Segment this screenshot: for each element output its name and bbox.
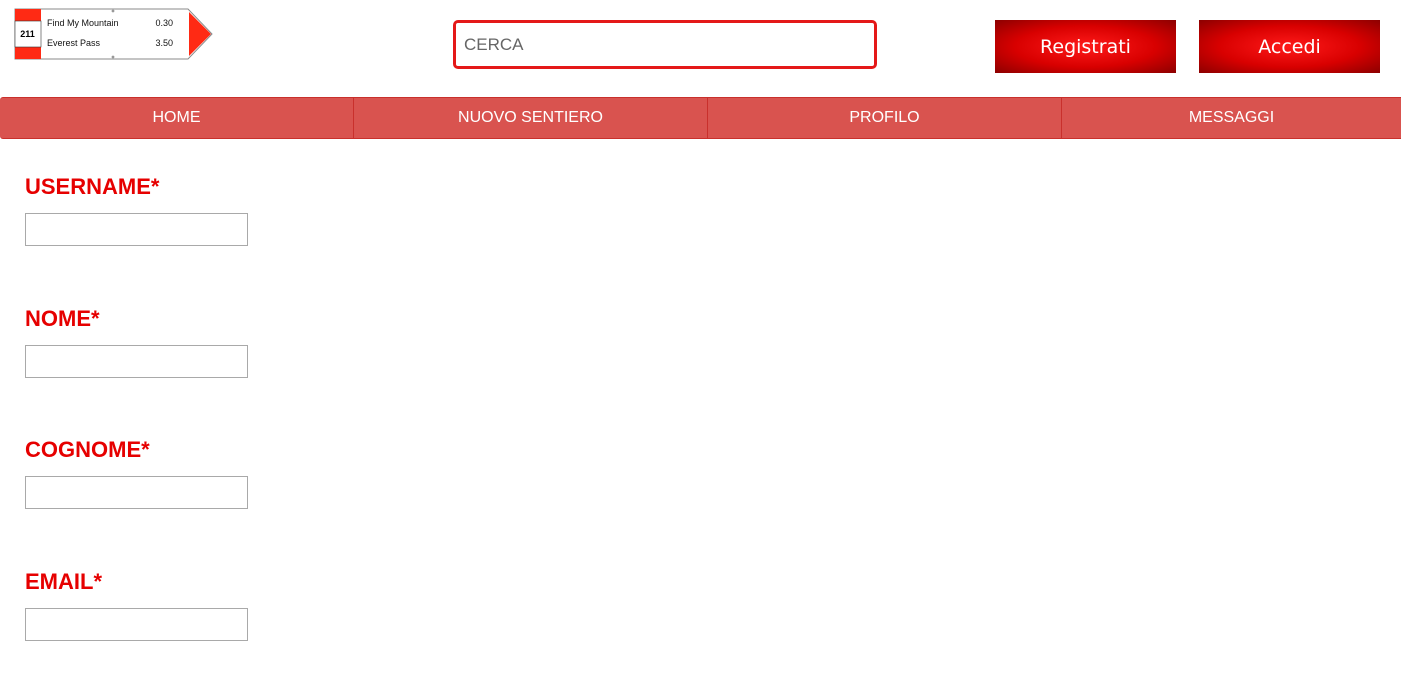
search-input[interactable] [456, 23, 874, 66]
form-field-email: EMAIL* [25, 567, 425, 698]
register-button[interactable]: Registrati [995, 20, 1176, 73]
login-button[interactable]: Accedi [1199, 20, 1380, 73]
surname-field[interactable] [25, 476, 248, 509]
nav-item-home[interactable]: HOME [0, 98, 354, 138]
header: 211 Find My Mountain 0.30 Everest Pass 3… [0, 0, 1401, 97]
trail-row: Everest Pass 3.50 [47, 38, 187, 52]
email-label: EMAIL* [25, 568, 102, 594]
trail-sign-logo[interactable]: 211 Find My Mountain 0.30 Everest Pass 3… [14, 8, 214, 62]
surname-label: COGNOME* [25, 437, 150, 462]
email-field[interactable] [25, 607, 248, 641]
search-box [453, 20, 877, 69]
name-field[interactable] [25, 344, 248, 378]
form-field-username: USERNAME* [25, 172, 425, 304]
form-field-name: NOME* [25, 304, 425, 436]
trail-time: 3.50 [155, 38, 173, 48]
nav-item-new-trail[interactable]: NUOVO SENTIERO [354, 98, 708, 138]
name-label: NOME* [25, 305, 100, 331]
username-label: USERNAME* [25, 174, 160, 199]
main-nav: HOME NUOVO SENTIERO PROFILO MESSAGGI [0, 97, 1401, 139]
trail-time: 0.30 [155, 18, 173, 28]
page: 211 Find My Mountain 0.30 Everest Pass 3… [0, 0, 1401, 698]
trail-destination: Everest Pass [47, 38, 101, 48]
form-field-surname: COGNOME* [25, 435, 425, 567]
trail-row: Find My Mountain 0.30 [47, 18, 187, 32]
nav-item-messages[interactable]: MESSAGGI [1062, 98, 1401, 138]
trail-number: 211 [20, 29, 35, 39]
nav-item-profile[interactable]: PROFILO [708, 98, 1062, 138]
username-field[interactable] [25, 213, 248, 246]
registration-form: USERNAME* NOME* COGNOME* EMAIL* [25, 172, 425, 698]
trail-sign-icon [14, 8, 213, 60]
trail-destination: Find My Mountain [47, 18, 119, 28]
